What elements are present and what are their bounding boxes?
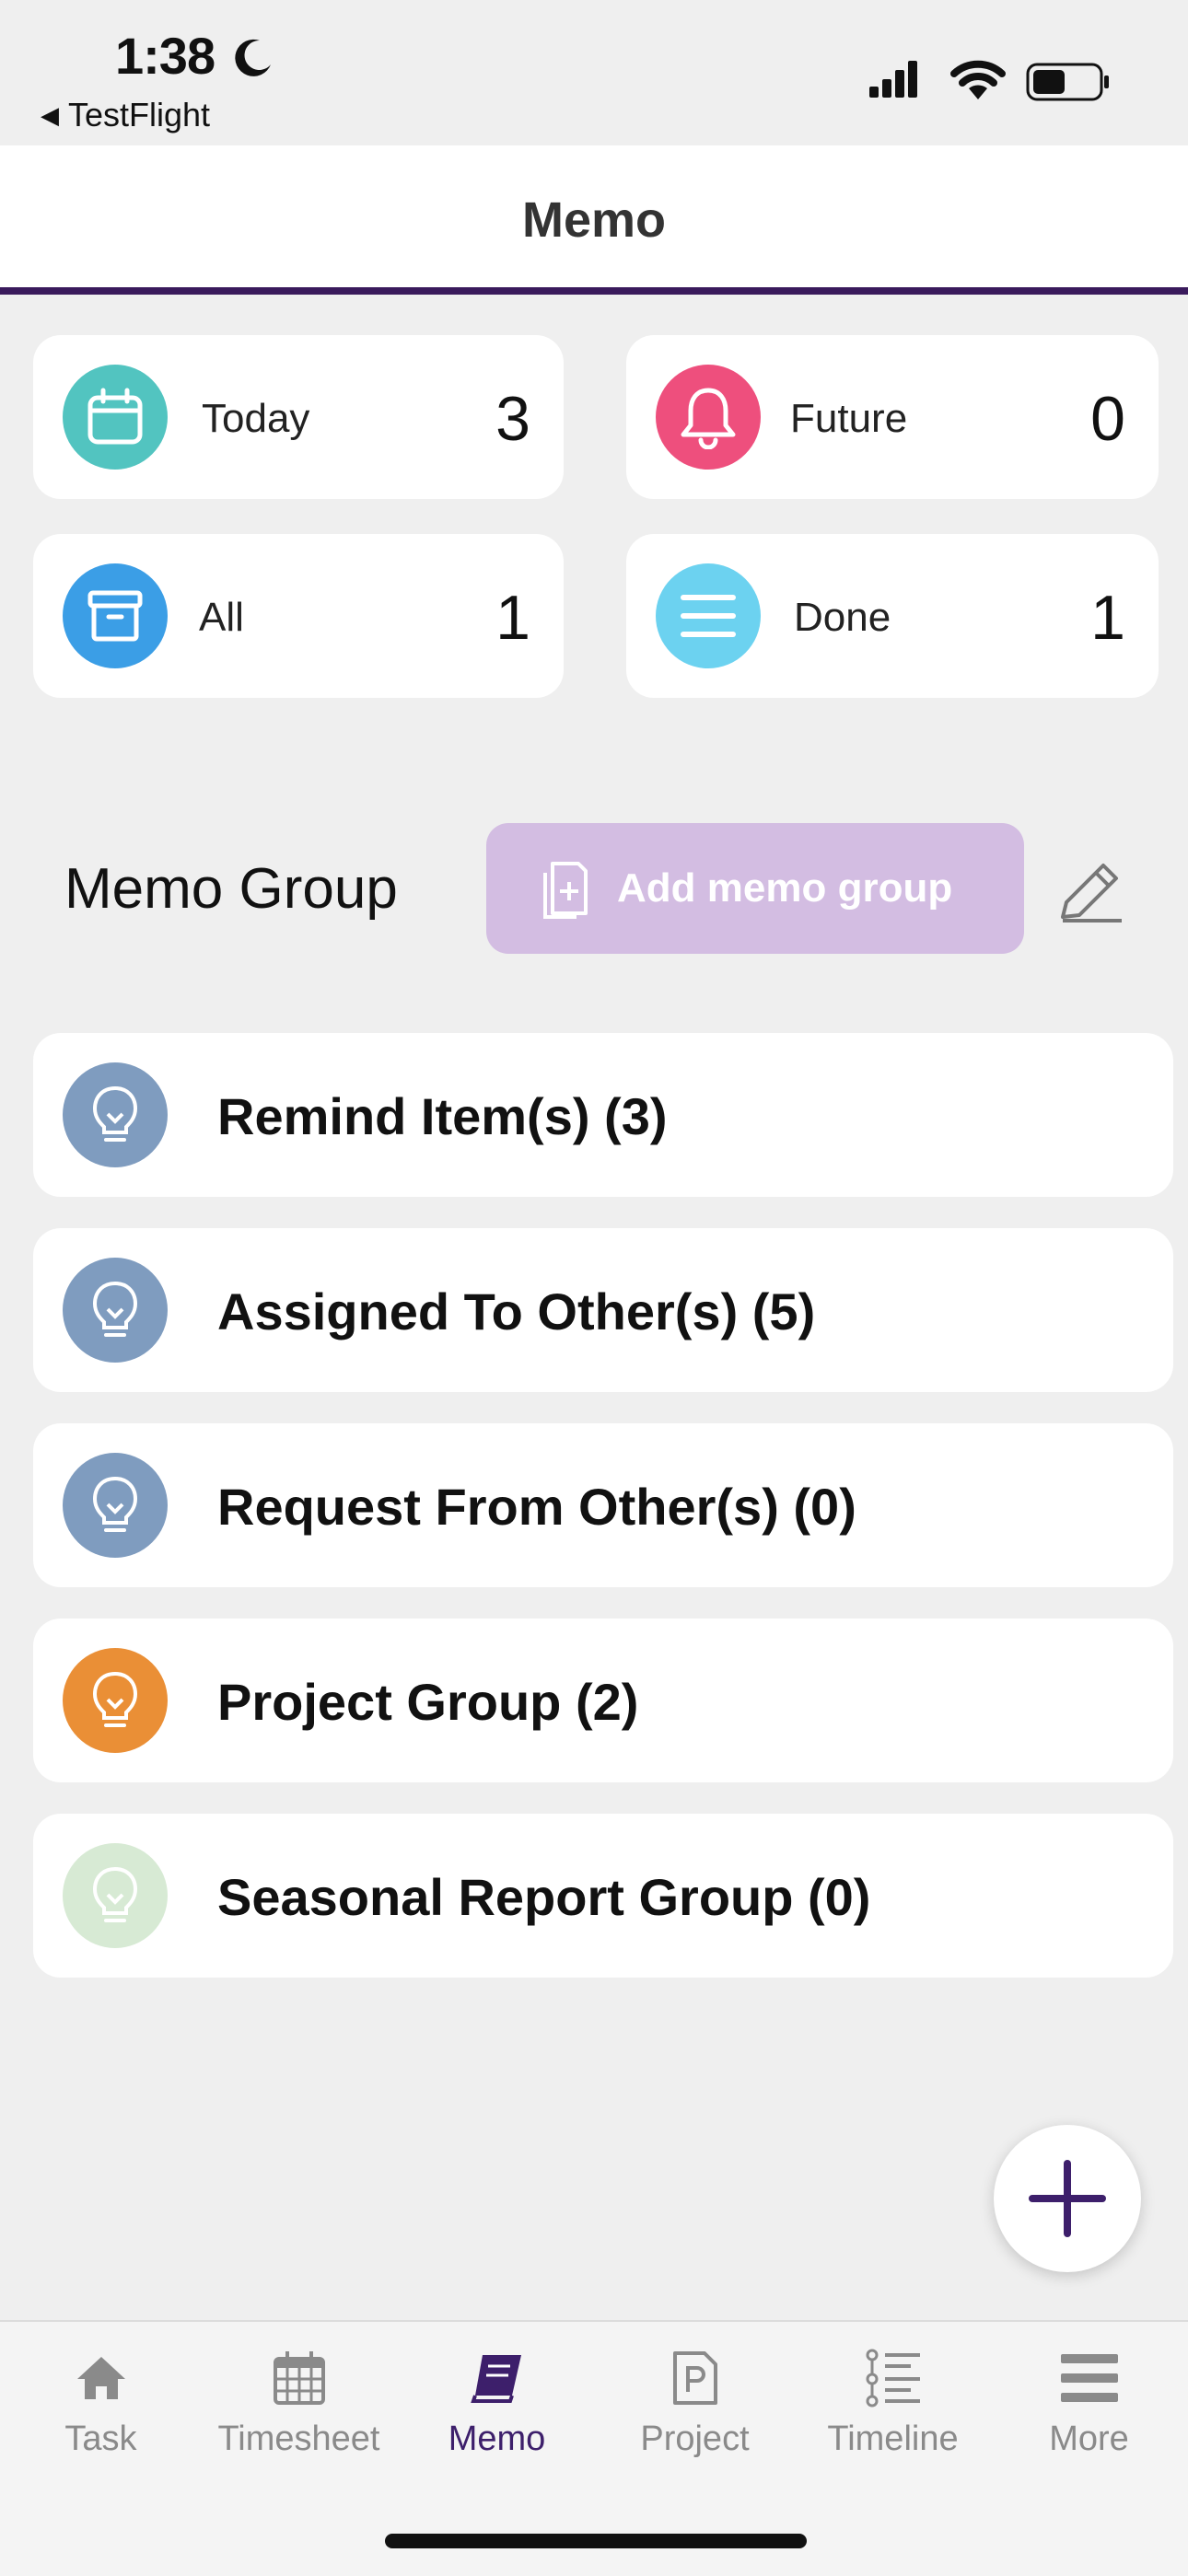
lightbulb-icon	[63, 1648, 168, 1753]
back-triangle-icon: ◀	[41, 101, 59, 129]
tab-label: Memo	[448, 2419, 546, 2458]
nav-header: Memo	[0, 145, 1188, 295]
tab-label: Task	[64, 2419, 137, 2458]
page-title: Memo	[521, 192, 666, 248]
add-memo-fab[interactable]	[994, 2125, 1141, 2272]
battery-icon	[1026, 63, 1109, 101]
group-name: Seasonal Report Group (0)	[217, 1868, 871, 1926]
group-name: Remind Item(s) (3)	[217, 1087, 668, 1145]
list-lines-icon	[656, 563, 761, 668]
add-memo-group-button[interactable]: Add memo group	[486, 823, 1024, 954]
home-indicator[interactable]	[385, 2534, 807, 2548]
group-name: Request From Other(s) (0)	[217, 1478, 856, 1536]
edit-pencil-icon[interactable]	[1055, 856, 1125, 926]
future-card[interactable]: Future 0	[626, 335, 1159, 499]
lightbulb-icon	[63, 1453, 168, 1558]
timeline-icon	[794, 2342, 992, 2414]
wifi-icon	[950, 60, 1006, 99]
today-label: Today	[202, 396, 310, 441]
tab-timeline[interactable]: Timeline	[794, 2342, 992, 2459]
tab-task[interactable]: Task	[2, 2342, 200, 2459]
tab-label: Timesheet	[217, 2419, 380, 2458]
plus-icon	[1029, 2160, 1106, 2237]
back-app-label: TestFlight	[68, 96, 211, 133]
tab-label: Project	[640, 2419, 750, 2458]
tab-timesheet[interactable]: Timesheet	[200, 2342, 398, 2459]
calendar-icon	[63, 365, 168, 470]
group-item-request[interactable]: Request From Other(s) (0)	[33, 1423, 1173, 1587]
group-item-assigned[interactable]: Assigned To Other(s) (5)	[33, 1228, 1173, 1392]
tab-more[interactable]: More	[990, 2342, 1188, 2459]
future-count: 0	[1090, 384, 1125, 454]
tab-label: Timeline	[827, 2419, 959, 2458]
tab-project[interactable]: Project	[596, 2342, 794, 2459]
future-label: Future	[790, 396, 908, 441]
calendar-grid-icon	[200, 2342, 398, 2414]
group-item-remind[interactable]: Remind Item(s) (3)	[33, 1033, 1173, 1197]
status-time: 1:38	[115, 27, 215, 85]
group-item-seasonal[interactable]: Seasonal Report Group (0)	[33, 1814, 1173, 1978]
lightbulb-icon	[63, 1062, 168, 1167]
menu-icon	[990, 2342, 1188, 2414]
today-card[interactable]: Today 3	[33, 335, 564, 499]
done-card[interactable]: Done 1	[626, 534, 1159, 698]
add-memo-group-label: Add memo group	[617, 865, 953, 911]
tab-memo[interactable]: Memo	[398, 2342, 596, 2459]
lightbulb-icon	[63, 1843, 168, 1948]
status-bar: 1:38 ◀ TestFlight	[0, 0, 1188, 145]
all-label: All	[199, 595, 244, 640]
all-card[interactable]: All 1	[33, 534, 564, 698]
done-label: Done	[794, 595, 891, 640]
lightbulb-icon	[63, 1258, 168, 1363]
project-doc-icon	[596, 2342, 794, 2414]
back-to-app-link[interactable]: ◀ TestFlight	[41, 96, 210, 134]
moon-icon	[235, 39, 271, 76]
group-name: Assigned To Other(s) (5)	[217, 1282, 816, 1340]
all-count: 1	[495, 583, 530, 653]
tab-label: More	[1049, 2419, 1129, 2458]
group-item-project[interactable]: Project Group (2)	[33, 1619, 1173, 1782]
archive-box-icon	[63, 563, 168, 668]
group-name: Project Group (2)	[217, 1673, 639, 1731]
bell-icon	[656, 365, 761, 470]
memo-group-title: Memo Group	[64, 857, 398, 921]
book-icon	[398, 2342, 596, 2414]
home-icon	[2, 2342, 200, 2414]
cellular-signal-icon	[869, 61, 917, 98]
today-count: 3	[495, 384, 530, 454]
add-document-icon	[540, 856, 591, 921]
done-count: 1	[1090, 583, 1125, 653]
